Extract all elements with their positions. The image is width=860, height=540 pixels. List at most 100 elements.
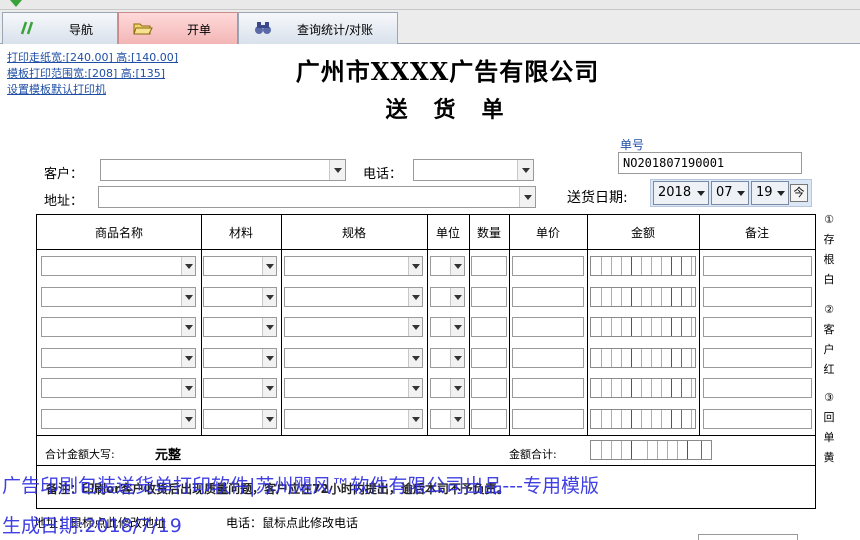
today-button[interactable]: 今 [790,184,808,202]
customer-label: 客户： [44,167,84,182]
spec-select[interactable] [284,408,423,429]
remark-input[interactable] [703,256,812,276]
address-select[interactable] [98,186,536,208]
unit-price-input[interactable] [512,378,584,398]
tab-query-statistics[interactable]: 查询统计/对账 [238,12,398,44]
chevron-down-icon[interactable] [517,160,533,180]
chevron-down-icon[interactable] [262,287,276,306]
digit-separator [621,379,622,397]
quantity-input[interactable] [471,378,507,398]
chevron-down-icon[interactable] [450,379,464,397]
digit-separator [611,318,612,336]
chevron-down-icon[interactable] [181,348,195,367]
remark-input[interactable] [703,347,812,368]
chevron-down-icon[interactable] [262,379,276,397]
chevron-down-icon[interactable] [408,257,422,275]
quantity-input[interactable] [471,347,507,368]
bottom-field[interactable] [698,534,798,540]
unit-select[interactable] [430,378,465,398]
product-name-select[interactable] [41,256,196,276]
amount-field[interactable] [590,256,696,276]
amount-in-words-value[interactable]: 元整 [155,444,181,463]
chevron-down-icon[interactable] [450,348,464,367]
product-name-select[interactable] [41,347,196,368]
material-select[interactable] [203,317,277,337]
day-select[interactable]: 19 [751,181,789,205]
material-select[interactable] [203,256,277,276]
chevron-down-icon[interactable] [450,409,464,428]
chevron-down-icon[interactable] [450,287,464,306]
unit-price-input[interactable] [512,286,584,307]
copy-char: 红 [823,363,835,376]
remark-input[interactable] [703,408,812,429]
amount-total-field[interactable] [590,440,712,460]
unit-select[interactable] [430,408,465,429]
unit-select[interactable] [430,317,465,337]
digit-separator [601,318,602,336]
chevron-down-icon[interactable] [181,257,195,275]
phone-hint[interactable]: 电话：鼠标点此修改电话 [226,514,358,531]
chevron-down-icon[interactable] [181,287,195,306]
unit-price-input[interactable] [512,408,584,429]
unit-price-input[interactable] [512,317,584,337]
unit-select[interactable] [430,347,465,368]
chevron-down-icon[interactable] [519,187,535,207]
spec-select[interactable] [284,378,423,398]
chevron-down-icon[interactable] [408,379,422,397]
product-name-select[interactable] [41,408,196,429]
chevron-down-icon [697,191,705,196]
quantity-input[interactable] [471,256,507,276]
chevron-down-icon[interactable] [262,257,276,275]
unit-price-input[interactable] [512,347,584,368]
tab-new-order[interactable]: 开单 [118,12,238,44]
amount-field[interactable] [590,378,696,398]
spec-select[interactable] [284,347,423,368]
chevron-down-icon[interactable] [450,257,464,275]
phone-select[interactable] [413,159,534,181]
material-select[interactable] [203,347,277,368]
remark-input[interactable] [703,378,812,398]
amount-field[interactable] [590,408,696,429]
chevron-down-icon[interactable] [408,348,422,367]
chevron-down-icon[interactable] [181,318,195,336]
spec-select[interactable] [284,286,423,307]
order-number-field[interactable]: NO201807190001 [618,152,802,174]
unit-select[interactable] [430,286,465,307]
chevron-down-icon[interactable] [329,160,345,180]
remark-input[interactable] [703,286,812,307]
remark-input[interactable] [703,317,812,337]
quantity-input[interactable] [471,317,507,337]
amount-field[interactable] [590,286,696,307]
chevron-down-icon[interactable] [181,409,195,428]
collapse-arrow-icon[interactable] [10,0,22,7]
digit-separator [611,379,612,397]
amount-field[interactable] [590,317,696,337]
chevron-down-icon[interactable] [262,318,276,336]
material-select[interactable] [203,378,277,398]
chevron-down-icon[interactable] [262,409,276,428]
tab-navigation[interactable]: 导航 [2,12,118,44]
spec-select[interactable] [284,317,423,337]
digit-separator [671,257,672,275]
quantity-input[interactable] [471,286,507,307]
product-name-select[interactable] [41,378,196,398]
chevron-down-icon[interactable] [408,409,422,428]
unit-select[interactable] [430,256,465,276]
amount-field[interactable] [590,347,696,368]
chevron-down-icon[interactable] [262,348,276,367]
material-select[interactable] [203,286,277,307]
product-name-select[interactable] [41,317,196,337]
month-select[interactable]: 07 [711,181,749,205]
company-title[interactable]: 广州市XXXX广告有限公司 [0,52,860,87]
spec-select[interactable] [284,256,423,276]
unit-price-input[interactable] [512,256,584,276]
material-select[interactable] [203,408,277,429]
chevron-down-icon[interactable] [181,379,195,397]
chevron-down-icon[interactable] [408,318,422,336]
quantity-input[interactable] [471,408,507,429]
chevron-down-icon[interactable] [408,287,422,306]
chevron-down-icon[interactable] [450,318,464,336]
product-name-select[interactable] [41,286,196,307]
customer-select[interactable] [100,159,346,181]
year-select[interactable]: 2018 [653,181,709,205]
